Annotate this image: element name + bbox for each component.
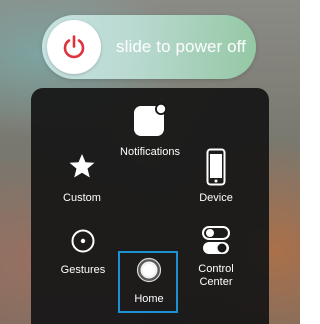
power-knob[interactable] <box>47 20 101 74</box>
home-button-icon <box>136 257 162 283</box>
toggle-icon <box>202 226 230 254</box>
menu-item-custom[interactable]: Custom <box>37 152 127 205</box>
menu-item-control-center[interactable]: Control Center <box>171 226 261 289</box>
slide-to-power-off-label: slide to power off <box>116 37 247 56</box>
control-center-label: Control Center <box>198 263 234 288</box>
notification-square-icon <box>134 103 167 136</box>
power-off-slider[interactable]: slide to power off <box>42 15 256 79</box>
gesture-circle-icon <box>71 229 95 253</box>
menu-item-device[interactable]: Device <box>171 148 261 205</box>
phone-icon <box>206 148 226 186</box>
device-label: Device <box>199 192 233 204</box>
power-icon <box>63 35 85 59</box>
power-off-screen: slide to power off Notifications Custom … <box>0 0 300 324</box>
custom-label: Custom <box>63 192 101 204</box>
star-icon <box>69 154 95 178</box>
home-label: Home <box>134 293 164 305</box>
